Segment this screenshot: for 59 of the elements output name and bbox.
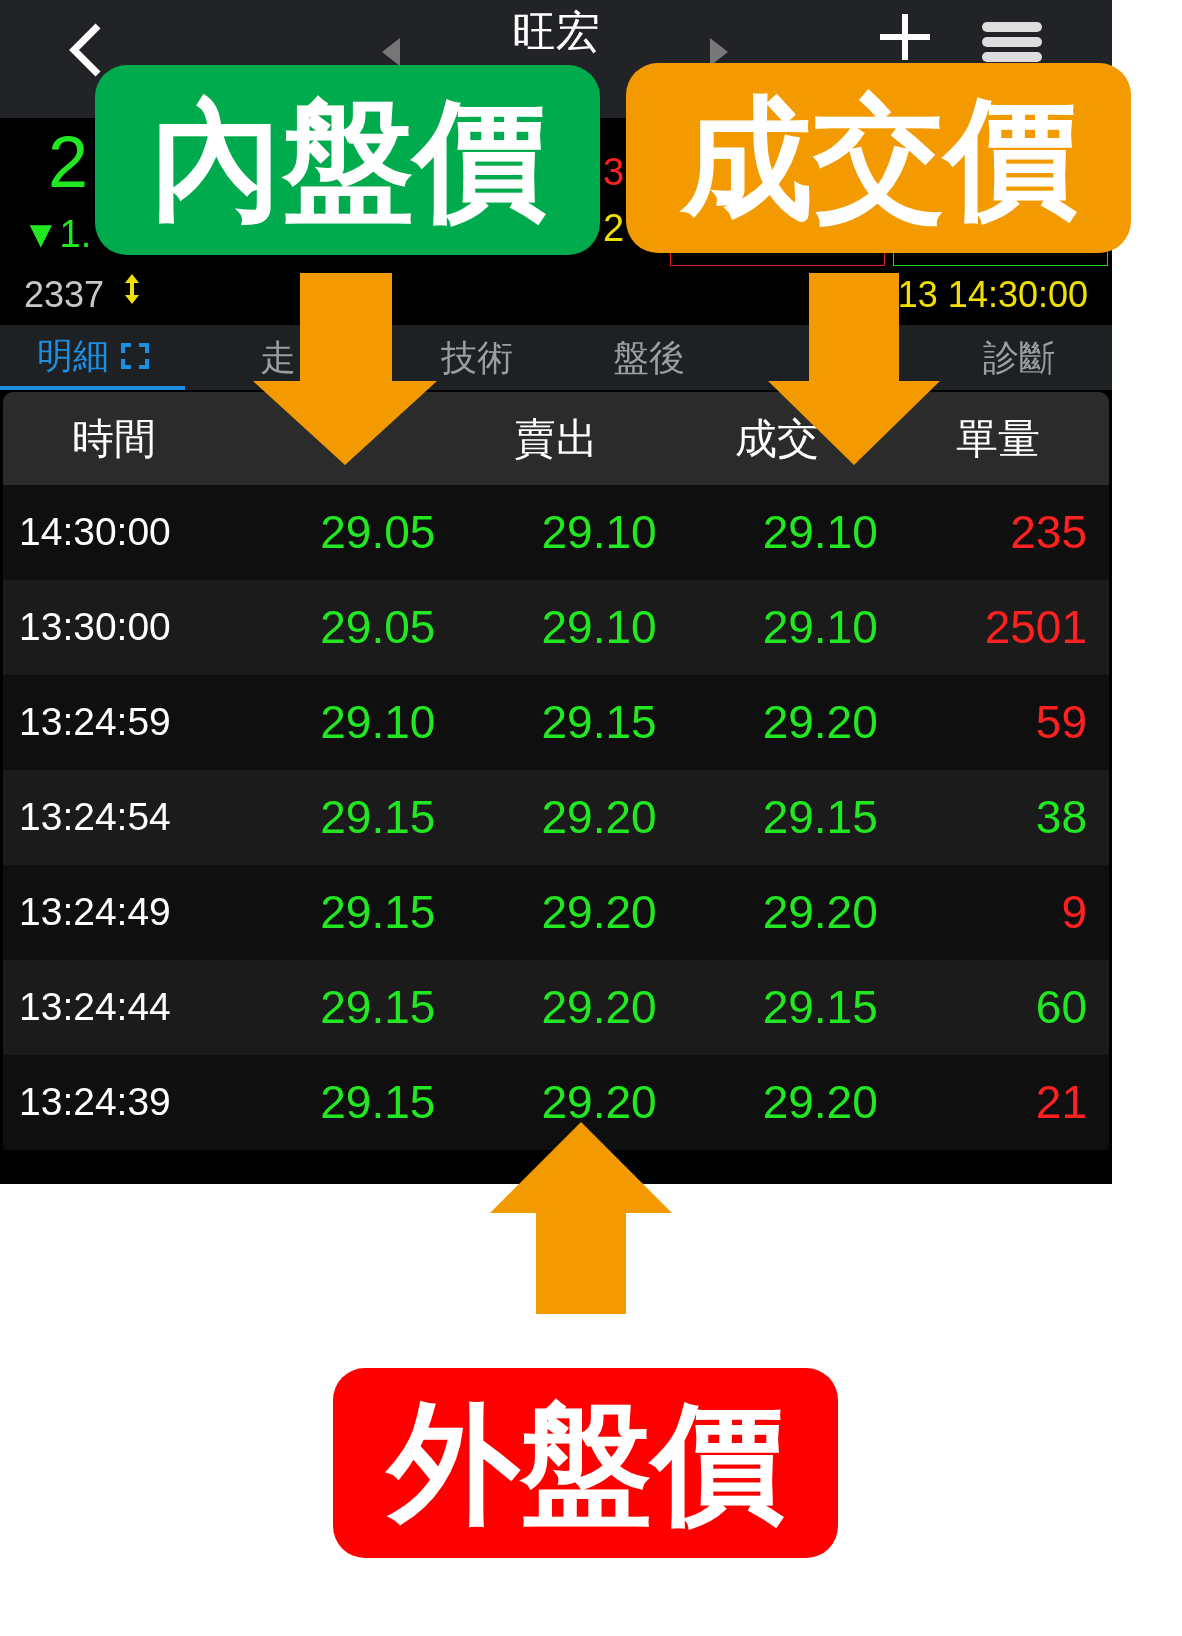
table-cell-text: 29.15: [319, 885, 437, 940]
table-cell-text: 13:24:44: [18, 984, 172, 1031]
table-cell-text: 29.20: [761, 695, 879, 750]
table-cell-text: 29.10: [540, 505, 658, 560]
table-cell-text: 235: [1009, 505, 1088, 560]
table-cell-text: 29.05: [319, 505, 437, 560]
table-cell-text: 29.15: [540, 695, 658, 750]
table-cell-text: 9: [1060, 885, 1088, 940]
tab[interactable]: 診斷: [983, 337, 1056, 378]
tab[interactable]: 盤後: [612, 337, 685, 378]
table-cell-text: 29.15: [761, 980, 879, 1035]
table-cell-text: 38: [1034, 790, 1088, 845]
column-header: 賣出: [513, 414, 599, 464]
table-cell-text: 29.15: [319, 790, 437, 845]
callout-label: 成交價: [626, 63, 1131, 253]
table-cell-text: 13:24:54: [18, 794, 172, 841]
price-text: 2: [48, 123, 89, 203]
table-cell-text: 29.10: [761, 505, 879, 560]
table-cell-text: 29.10: [319, 695, 437, 750]
table-cell-text: 2501: [983, 600, 1088, 655]
stock-title: 旺宏: [511, 8, 601, 57]
table-cell-text: 29.20: [761, 885, 879, 940]
next-icon[interactable]: [710, 38, 728, 66]
table-cell-text: 29.15: [761, 790, 879, 845]
table-cell-text: 29.20: [540, 1075, 658, 1130]
table-cell-text: 29.20: [761, 1075, 879, 1130]
change-text: ▼1.: [22, 212, 92, 257]
tab[interactable]: 走: [260, 337, 296, 378]
table-cell-text: 29.20: [540, 980, 658, 1035]
table-cell-text: 14:30:00: [18, 509, 172, 556]
stock-code: 2337: [24, 273, 105, 317]
quote-text: 3: [603, 150, 625, 195]
table-cell-text: 29.05: [319, 600, 437, 655]
table-cell-text: 29.15: [319, 980, 437, 1035]
column-header: 單量: [955, 414, 1042, 464]
table-cell-text: 29.20: [540, 885, 658, 940]
plus-icon[interactable]: [880, 14, 930, 60]
column-header: 成交: [734, 414, 821, 464]
table-cell-text: 29.15: [319, 1075, 437, 1130]
callout-label: 外盤價: [333, 1368, 838, 1558]
table-cell-text: 13:24:49: [18, 889, 172, 936]
time-text: 13 14:30:00: [897, 273, 1088, 317]
callout-label: 內盤價: [95, 65, 600, 255]
table-cell-text: 13:24:59: [18, 699, 172, 746]
up-down-arrow-icon: [124, 274, 140, 304]
table-cell-text: 21: [1034, 1075, 1088, 1130]
previous-icon[interactable]: [382, 38, 400, 66]
expand-icon[interactable]: [120, 342, 149, 369]
table-cell-text: 59: [1034, 695, 1088, 750]
table-cell-text: 13:30:00: [18, 604, 172, 651]
tab[interactable]: 技術: [441, 337, 514, 378]
quote-text: 2: [603, 206, 625, 251]
table-cell-text: 29.10: [761, 600, 879, 655]
table-cell-text: 29.10: [540, 600, 658, 655]
table-cell-text: 60: [1034, 980, 1088, 1035]
column-header: 時間: [70, 414, 157, 464]
table-cell-text: 13:24:39: [18, 1079, 172, 1126]
table-cell-text: 29.20: [540, 790, 658, 845]
menu-icon[interactable]: [982, 22, 1042, 62]
